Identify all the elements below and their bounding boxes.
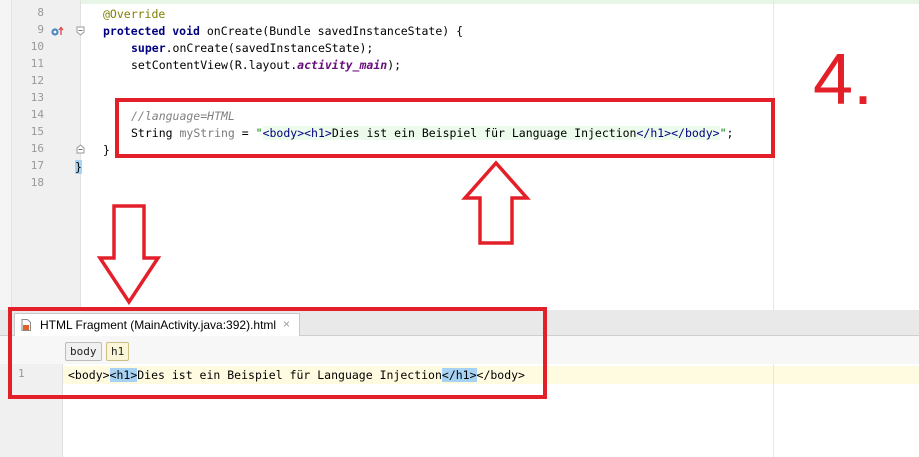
keyword: protected [103,24,166,38]
arrow-down-icon [96,204,162,306]
annotation-override: @Override [103,7,166,21]
line-number: 15 [30,125,44,138]
editor-left-strip [0,0,12,310]
keyword: super [131,41,166,55]
right-margin-guide [773,364,774,457]
highlight-box-injected-string [115,98,775,158]
keyword: void [172,24,200,38]
code-line-11: setContentView(R.layout.activity_main); [131,57,401,74]
line-number: 17 [30,159,44,172]
method-signature: onCreate(Bundle savedInstanceState) { [199,24,464,38]
line-number: 18 [30,176,44,189]
code-text: .onCreate(savedInstanceState); [165,41,374,55]
code-line-9: protected void onCreate(Bundle savedInst… [103,23,463,40]
arrow-up-icon [461,160,531,245]
editor-gutter: 8 9 10 11 12 13 14 15 16 17 18 [12,0,85,310]
line-number: 10 [30,40,44,53]
fold-icon[interactable] [76,144,85,154]
matched-brace: } [75,160,82,174]
static-field: activity_main [297,58,388,72]
code-text: setContentView(R.layout. [131,58,298,72]
code-line-10: super.onCreate(savedInstanceState); [131,40,373,57]
override-gutter-icon[interactable] [50,26,64,38]
editor-top-strip [0,0,919,4]
step-number: 4. [813,40,874,120]
closing-brace: } [103,143,110,157]
line-number: 13 [30,91,44,104]
fold-icon[interactable] [76,26,85,36]
line-number: 9 [37,23,44,36]
line-number: 14 [30,108,44,121]
code-line-8: @Override [103,6,165,23]
line-number: 8 [37,6,44,19]
line-number: 16 [30,142,44,155]
highlight-box-fragment-panel [8,307,547,399]
code-line-17: } [75,159,82,176]
code-line-16: } [103,142,110,159]
line-number: 11 [30,57,44,70]
line-number: 12 [30,74,44,87]
code-text: ); [387,58,402,72]
